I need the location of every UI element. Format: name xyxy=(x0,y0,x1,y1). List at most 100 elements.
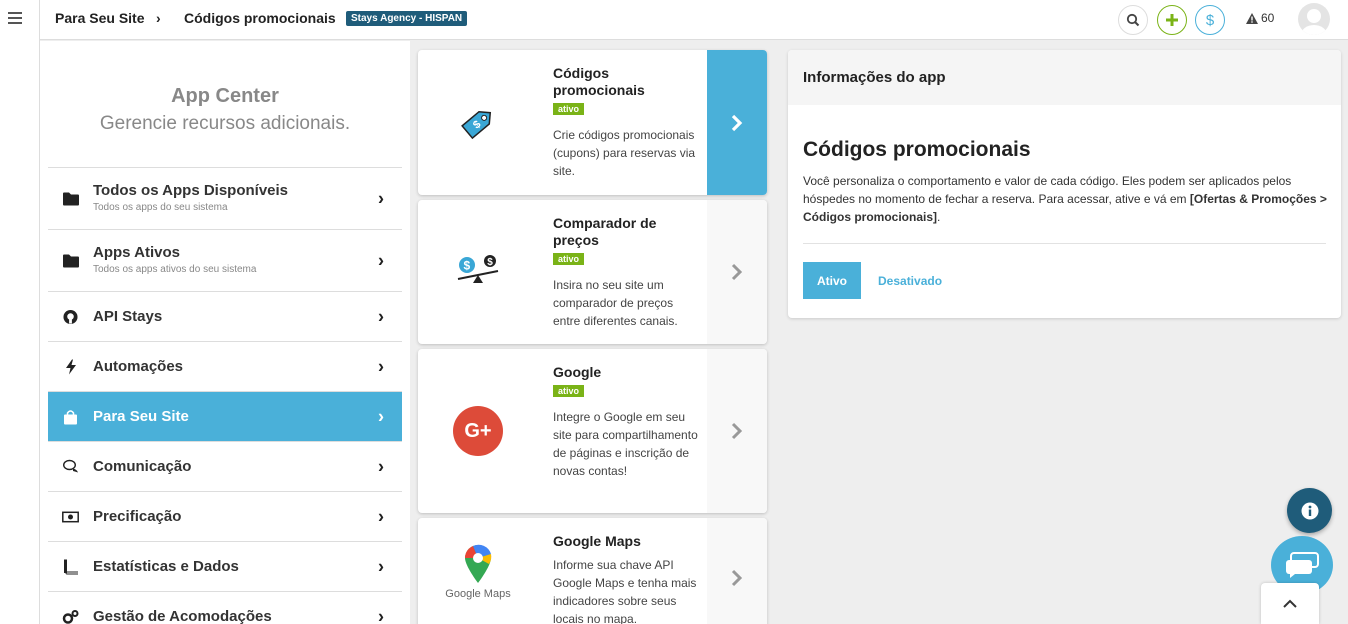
folder-icon xyxy=(62,190,79,207)
chevron-right-icon xyxy=(731,422,743,440)
app-card-title: Google xyxy=(553,364,602,380)
warning-triangle-icon xyxy=(1246,12,1258,24)
folder-icon xyxy=(62,252,79,269)
chevron-right-icon: › xyxy=(378,250,384,270)
gears-icon xyxy=(62,608,79,624)
breadcrumb-current: Códigos promocionais xyxy=(184,10,336,26)
breadcrumb-parent[interactable]: Para Seu Site xyxy=(55,10,145,26)
chevron-right-icon: › xyxy=(378,456,384,476)
add-button[interactable] xyxy=(1157,5,1187,35)
top-bar: Para Seu Site › Códigos promocionais Sta… xyxy=(40,0,1348,40)
app-card-open-button[interactable] xyxy=(707,518,767,624)
app-card-description: Insira no seu site um comparador de preç… xyxy=(553,278,678,328)
app-card-open-button[interactable] xyxy=(707,349,767,513)
chevron-right-icon: › xyxy=(378,188,384,208)
app-info-header: Informações do app xyxy=(788,50,1341,105)
google-plus-badge: G+ xyxy=(453,406,503,456)
sidebar-item-pricing[interactable]: Precificação › xyxy=(48,492,402,542)
sidebar-item-desc: Todos os apps do seu sistema xyxy=(93,202,228,213)
app-card-price-comparator[interactable]: $ $ Comparador de preços ativo Insira no… xyxy=(418,200,767,344)
google-maps-logo-text: Google Maps xyxy=(445,588,511,600)
chevron-right-icon xyxy=(731,569,743,587)
shopping-bag-icon xyxy=(62,408,79,425)
chevron-right-icon: › xyxy=(378,306,384,326)
sidebar-item-label: Precificação xyxy=(93,508,182,525)
search-icon xyxy=(1126,13,1140,27)
chat-bubbles-icon xyxy=(62,458,79,475)
alerts-indicator[interactable]: 60 xyxy=(1246,11,1274,25)
sidebar-item-desc: Todos os apps ativos do seu sistema xyxy=(93,264,257,275)
app-card-open-button[interactable] xyxy=(707,200,767,344)
app-info-title: Códigos promocionais xyxy=(803,138,1031,161)
category-menu: Todos os Apps Disponíveis Todos os apps … xyxy=(48,167,402,624)
svg-text:$: $ xyxy=(487,257,493,268)
activate-button[interactable]: Ativo xyxy=(803,262,861,299)
sidebar-item-label: Automações xyxy=(93,358,184,375)
sidebar-item-accommodations[interactable]: Gestão de Acomodações › xyxy=(48,592,402,624)
chevron-right-icon: › xyxy=(378,356,384,376)
chevron-right-icon: › xyxy=(378,506,384,526)
avatar[interactable] xyxy=(1298,3,1330,35)
bolt-icon xyxy=(62,358,79,375)
sidebar-item-label: Comunicação xyxy=(93,458,192,475)
finance-button[interactable]: $ xyxy=(1195,5,1225,35)
sidebar-item-api-stays[interactable]: API Stays › xyxy=(48,292,402,342)
app-card-description: Integre o Google em seu site para compar… xyxy=(553,410,698,478)
app-card-google-maps[interactable]: Google Maps Google Maps Informe sua chav… xyxy=(418,518,767,624)
user-silhouette-icon xyxy=(1301,9,1327,35)
chevron-right-icon: › xyxy=(378,406,384,426)
sidebar-item-automations[interactable]: Automações › xyxy=(48,342,402,392)
status-badge: ativo xyxy=(553,253,585,265)
app-center-sidebar: App Center Gerencie recursos adicionais.… xyxy=(40,41,410,624)
app-card-google[interactable]: G+ Google ativo Integre o Google em seu … xyxy=(418,349,767,513)
sidebar-item-label: Para Seu Site xyxy=(93,408,189,425)
chat-icon xyxy=(1286,552,1319,578)
chevron-right-icon xyxy=(731,263,743,281)
price-scale-icon: $ $ xyxy=(418,200,538,344)
app-info-text-end: . xyxy=(937,210,941,224)
status-badge: ativo xyxy=(553,103,585,115)
chevron-right-icon: › xyxy=(378,556,384,576)
sidebar-item-active-apps[interactable]: Apps Ativos Todos os apps ativos do seu … xyxy=(48,230,402,292)
breadcrumb-separator-icon: › xyxy=(156,10,161,26)
sidebar-item-for-your-site[interactable]: Para Seu Site › xyxy=(48,392,402,442)
search-button[interactable] xyxy=(1118,5,1148,35)
sidebar-item-label: Estatísticas e Dados xyxy=(93,558,239,575)
app-card-open-button[interactable] xyxy=(707,50,767,195)
page-subtitle: Gerencie recursos adicionais. xyxy=(99,113,351,134)
app-card-title: Comparador de preços xyxy=(553,215,657,248)
app-card-description: Informe sua chave API Google Maps e tenh… xyxy=(553,558,697,624)
status-badge: ativo xyxy=(553,385,585,397)
plus-icon xyxy=(1166,14,1178,26)
google-maps-icon: Google Maps xyxy=(418,518,538,624)
sidebar-item-statistics[interactable]: Estatísticas e Dados › xyxy=(48,542,402,592)
sidebar-item-label: Todos os Apps Disponíveis xyxy=(93,182,289,199)
chevron-right-icon xyxy=(731,114,743,131)
info-button[interactable] xyxy=(1287,488,1332,533)
app-info-description: Você personaliza o comportamento e valor… xyxy=(803,172,1328,226)
app-card-title: Códigos promocionais xyxy=(553,65,645,98)
google-plus-icon: G+ xyxy=(418,349,538,513)
scroll-to-top-button[interactable] xyxy=(1261,583,1319,624)
divider xyxy=(803,243,1326,244)
app-card-title: Google Maps xyxy=(553,533,641,549)
sidebar-item-all-apps[interactable]: Todos os Apps Disponíveis Todos os apps … xyxy=(48,168,402,230)
page-title: App Center xyxy=(171,85,279,107)
dollar-icon: $ xyxy=(1205,11,1215,29)
github-icon xyxy=(62,308,79,325)
chevron-up-icon xyxy=(1283,599,1297,608)
alerts-count: 60 xyxy=(1261,11,1275,25)
hamburger-menu-icon[interactable] xyxy=(8,12,22,24)
money-bill-icon xyxy=(62,508,79,525)
app-card-description: Crie códigos promocionais (cupons) para … xyxy=(553,128,696,178)
app-info-panel: Informações do app Códigos promocionais … xyxy=(788,50,1341,318)
agency-badge: Stays Agency - HISPAN xyxy=(346,11,468,26)
chevron-right-icon: › xyxy=(378,606,384,624)
book-icon xyxy=(62,558,79,575)
deactivate-button[interactable]: Desativado xyxy=(878,274,942,288)
app-card-promo-codes[interactable]: $ Códigos promocionais ativo Crie código… xyxy=(418,50,767,195)
svg-text:$: $ xyxy=(464,259,471,273)
sidebar-item-communication[interactable]: Comunicação › xyxy=(48,442,402,492)
left-rail xyxy=(0,0,40,624)
sidebar-item-label: API Stays xyxy=(93,308,163,325)
